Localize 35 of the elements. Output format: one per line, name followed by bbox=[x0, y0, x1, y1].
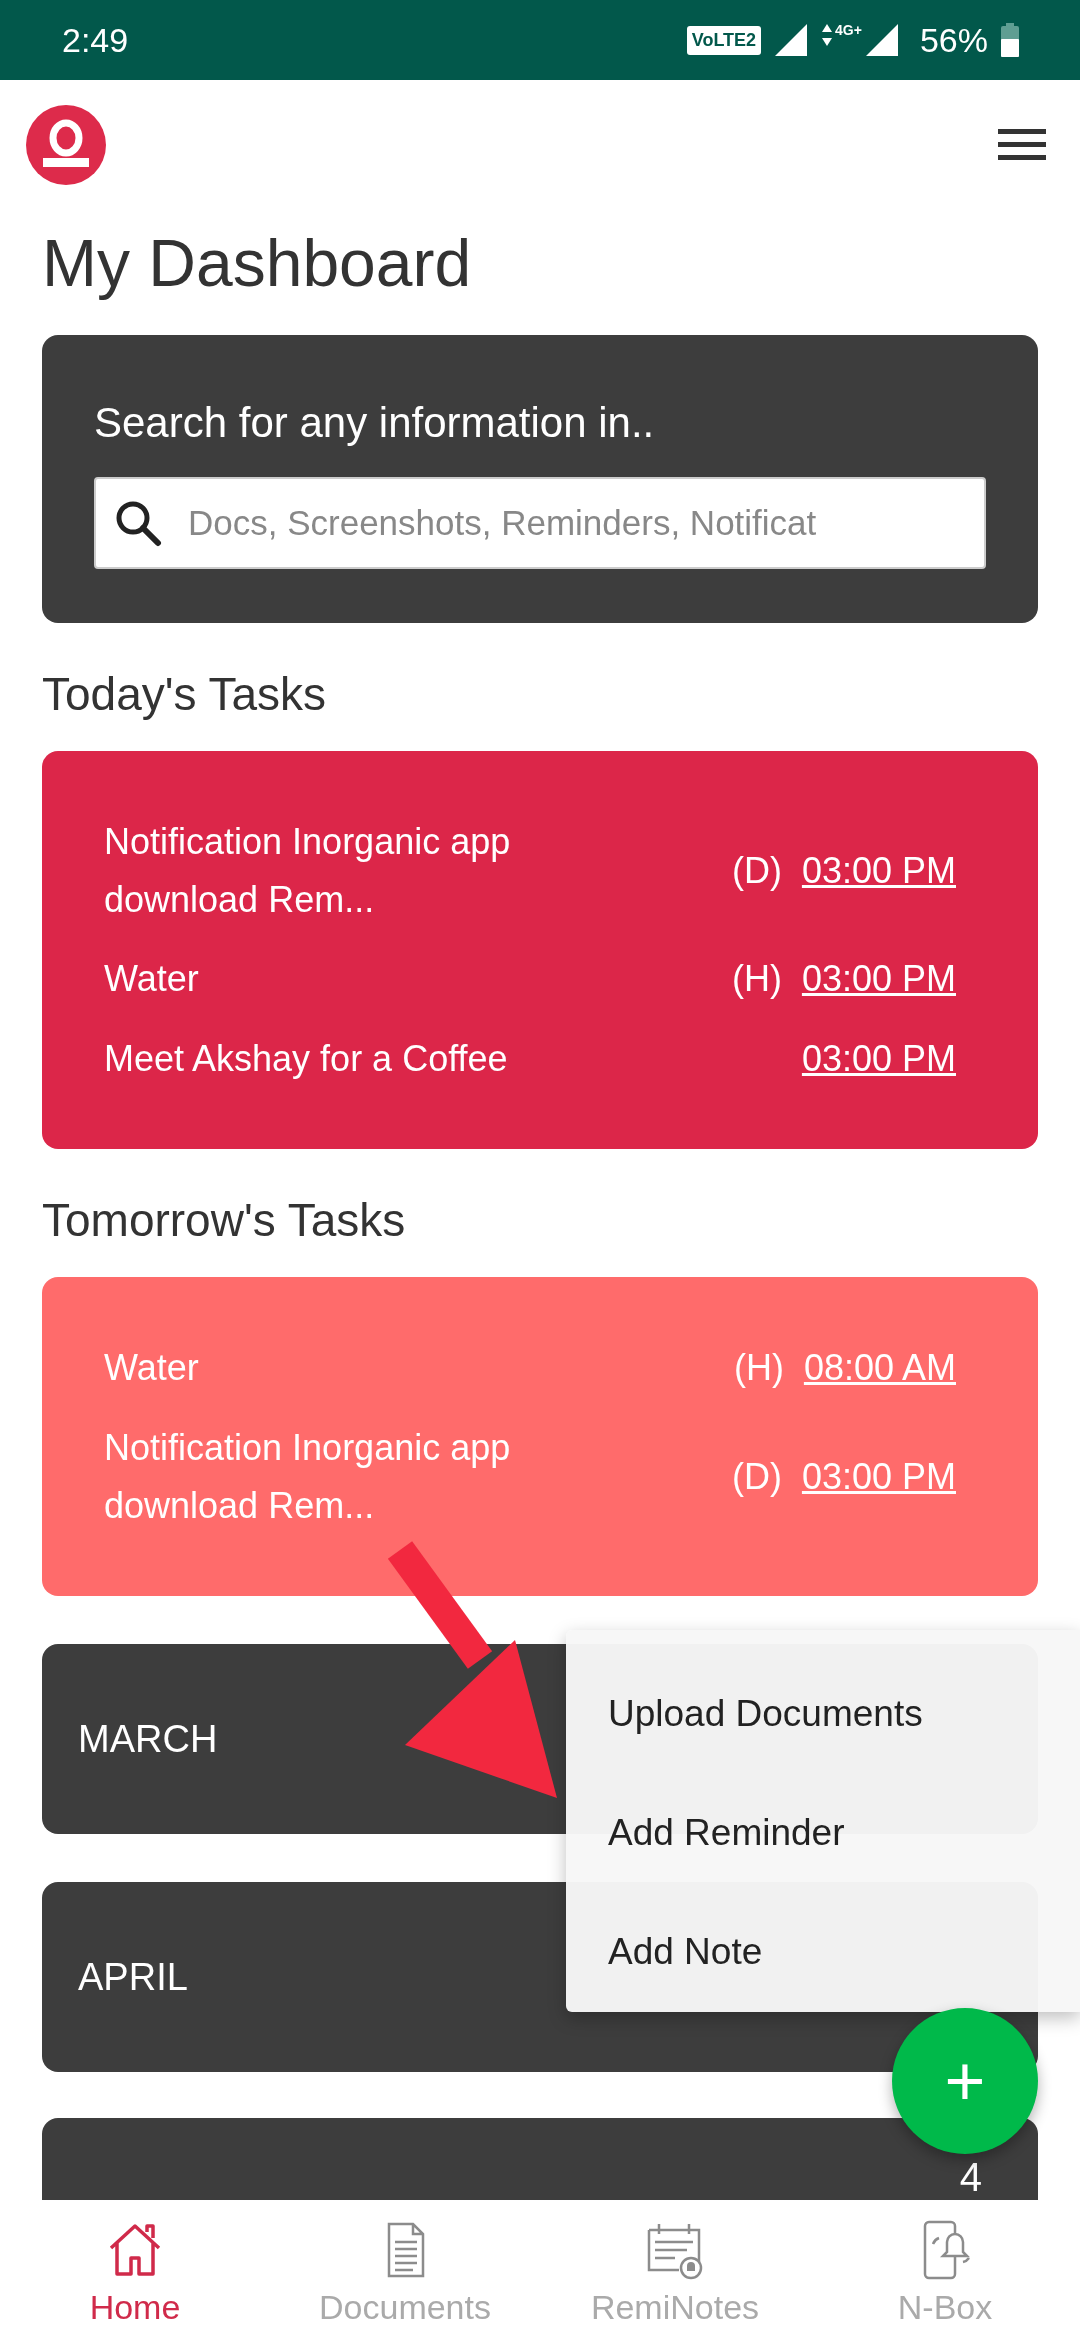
month-name: MARCH bbox=[78, 1717, 218, 1761]
page-title: My Dashboard bbox=[42, 225, 473, 301]
volte-badge: VoLTE2 bbox=[686, 25, 762, 55]
app-logo-icon bbox=[26, 105, 106, 185]
network-type: 4G+ bbox=[835, 22, 862, 38]
task-tag: (D) bbox=[731, 841, 782, 900]
month-card[interactable]: 4 bbox=[42, 2118, 1038, 2200]
task-tag: (H) bbox=[733, 1339, 784, 1397]
search-box[interactable]: Docs, Screenshots, Reminders, Notificat bbox=[94, 477, 986, 569]
battery-icon bbox=[1000, 23, 1020, 57]
data-arrows-icon bbox=[821, 22, 834, 48]
search-heading: Search for any information in.. bbox=[94, 399, 656, 447]
section-heading: Tomorrow's Tasks bbox=[42, 1193, 407, 1248]
task-title: Notification Inorganic app download Rem... bbox=[104, 820, 512, 922]
search-icon bbox=[114, 499, 162, 547]
signal-icon bbox=[773, 22, 810, 58]
task-count: 4 bbox=[959, 2155, 982, 2200]
task-title: Meet Akshay for a Coffee bbox=[104, 1036, 509, 1081]
menu-icon bbox=[998, 127, 1046, 163]
nav-tab[interactable]: Home bbox=[0, 2200, 270, 2340]
task-title: Notification Inorganic app download Rem... bbox=[104, 1425, 512, 1528]
task-time-link[interactable]: 03:00 PM bbox=[801, 1447, 956, 1506]
month-name: APRIL bbox=[78, 1955, 188, 1999]
task-time-link[interactable]: 03:00 PM bbox=[801, 950, 956, 1008]
section-heading: Today's Tasks bbox=[42, 667, 328, 721]
menu-item[interactable]: Upload Documents bbox=[566, 1654, 1080, 1774]
battery-percent: 56% bbox=[919, 20, 988, 60]
task-tag: (D) bbox=[731, 1447, 782, 1506]
task-time-link[interactable]: 03:00 PM bbox=[801, 1029, 956, 1088]
task-time-link[interactable]: 08:00 AM bbox=[803, 1339, 956, 1397]
task-time-link[interactable]: 03:00 PM bbox=[801, 841, 956, 900]
task-tag: (H) bbox=[731, 950, 782, 1008]
task-title: Water bbox=[104, 957, 200, 1002]
task-title: Water bbox=[104, 1346, 200, 1391]
clock: 2:49 bbox=[62, 20, 129, 60]
